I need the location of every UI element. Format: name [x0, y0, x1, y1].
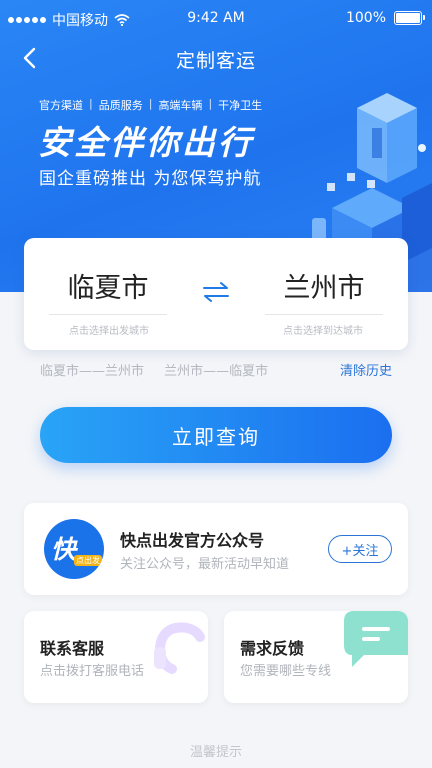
service-subtitle: 点击拨打客服电话 [40, 664, 145, 679]
banner-tag: 品质服务 [98, 99, 143, 112]
arrival-hint: 点击选择到达城市 [283, 326, 363, 337]
chat-bubble-icon [344, 611, 408, 667]
banner-tag: 高端车辆 [158, 99, 203, 112]
official-account-card[interactable]: 快 点出发 快点出发官方公众号 关注公众号，最新活动早知道 +关注 [24, 503, 408, 595]
battery-percent: 100% [345, 10, 386, 26]
arrival-city[interactable]: 兰州市 [264, 266, 384, 305]
official-account-subtitle: 关注公众号，最新活动早知道 [120, 557, 290, 572]
follow-button[interactable]: +关注 [328, 535, 392, 563]
logo-subtext: 点出发 [74, 555, 102, 566]
history-item[interactable]: 兰州市——临夏市 [164, 364, 268, 379]
banner-tags: 官方渠道 | 品质服务 | 高端车辆 | 干净卫生 [39, 97, 263, 112]
service-subtitle: 您需要哪些专线 [240, 664, 332, 679]
nav-bar: 定制客运 [0, 38, 432, 78]
feedback-card[interactable]: 需求反馈 您需要哪些专线 [224, 611, 408, 703]
banner-subslogan: 国企重磅推出 为您保驾护航 [39, 169, 262, 189]
battery-icon [394, 11, 425, 25]
banner-slogan: 安全伴你出行 [38, 123, 254, 162]
official-account-logo: 快 点出发 [44, 519, 104, 579]
banner-tag: 干净卫生 [218, 99, 263, 112]
banner-tag: 官方渠道 [39, 99, 83, 112]
clear-history-link[interactable]: 清除历史 [340, 360, 392, 379]
service-title: 需求反馈 [240, 639, 305, 658]
status-bar: 中国移动 9:42 AM 100% [0, 0, 432, 38]
headset-icon [154, 622, 205, 674]
page-title: 定制客运 [175, 50, 256, 72]
search-history: 临夏市——兰州市 兰州市——临夏市 清除历史 [40, 360, 392, 379]
history-item[interactable]: 临夏市——兰州市 [40, 364, 144, 379]
official-account-title: 快点出发官方公众号 [120, 531, 265, 550]
swap-arrows-icon[interactable] [200, 280, 232, 304]
service-title: 联系客服 [40, 639, 105, 658]
contact-service-card[interactable]: 联系客服 点击拨打客服电话 [24, 611, 208, 703]
query-button[interactable]: 立即查询 [40, 407, 392, 463]
departure-city[interactable]: 临夏市 [48, 266, 168, 305]
departure-hint: 点击选择出发城市 [69, 326, 149, 337]
tips-heading[interactable]: 温馨提示 [0, 741, 432, 760]
route-search-card: 临夏市 点击选择出发城市 兰州市 点击选择到达城市 [24, 238, 408, 350]
logo-text: 快 [51, 535, 77, 564]
